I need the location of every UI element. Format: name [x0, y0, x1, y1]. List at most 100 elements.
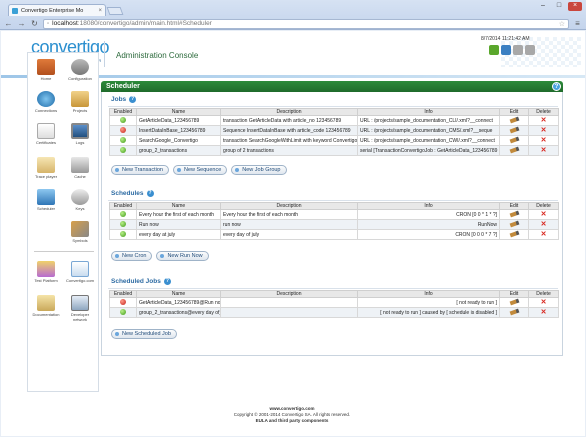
delete-icon[interactable]: ✕ [541, 127, 547, 134]
edit-icon[interactable] [509, 220, 519, 228]
browser-chrome: Convertigo Enterprise Mo × – □ × ← → ↻ ▫… [0, 0, 586, 30]
enabled-green-icon[interactable] [120, 221, 126, 228]
edit-icon[interactable] [509, 298, 519, 306]
sidebar-item-cache[interactable]: Cache [65, 157, 95, 179]
edit-icon[interactable] [509, 126, 519, 134]
new-scheduled-job-button[interactable]: New Scheduled Job [111, 329, 177, 339]
enabled-red-icon[interactable] [120, 299, 126, 306]
table-row[interactable]: InsertDataInBase_123456789 Sequence Inse… [109, 125, 559, 136]
table-row[interactable]: GetArticleData_123456789@Run no [ not re… [109, 297, 559, 308]
table-row[interactable]: Run now run now RunNow ✕ [109, 219, 559, 230]
sidebar-item-convertigo-com[interactable]: Convertigo.com [65, 261, 95, 283]
delete-icon[interactable]: ✕ [541, 117, 547, 124]
minimize-icon[interactable]: – [536, 2, 550, 11]
col-name[interactable]: Name [136, 108, 221, 116]
plus-icon [160, 254, 165, 258]
jobs-help-icon[interactable]: ? [129, 96, 137, 103]
new-job-group-button[interactable]: New Job Group [231, 165, 287, 175]
sidebar-item-connections[interactable]: Connections [31, 91, 61, 113]
edit-icon[interactable] [509, 146, 519, 154]
delete-icon[interactable]: ✕ [541, 211, 547, 218]
edit-icon[interactable] [509, 210, 519, 218]
settings-icon[interactable] [513, 45, 523, 55]
table-row[interactable]: GetArticleData_123456789 transaction Get… [109, 115, 559, 126]
sidebar-item-test-platform[interactable]: Test Platform [31, 261, 61, 283]
sidebar-item-home[interactable]: Home [31, 59, 61, 81]
edit-icon[interactable] [509, 308, 519, 316]
page-title: Administration Console [116, 51, 199, 60]
sidebar-item-trace-player[interactable]: Trace player [31, 157, 61, 179]
page-icon: ▫ [47, 20, 50, 27]
enabled-green-icon[interactable] [120, 137, 126, 144]
enabled-green-icon[interactable] [120, 147, 126, 154]
delete-icon[interactable]: ✕ [541, 299, 547, 306]
maximize-icon[interactable]: □ [552, 2, 566, 11]
enabled-green-icon[interactable] [120, 117, 126, 124]
gears-icon [71, 59, 89, 75]
sidebar-item-projects[interactable]: Projects [65, 91, 95, 113]
logout-icon[interactable] [525, 45, 535, 55]
status-icon[interactable] [489, 45, 499, 55]
col-edit[interactable]: Edit [499, 108, 529, 116]
computer-icon [37, 189, 55, 205]
delete-icon[interactable]: ✕ [541, 309, 547, 316]
jobs-title: Jobs ? [111, 96, 137, 103]
enabled-green-icon[interactable] [120, 231, 126, 238]
table-row[interactable]: Every hour the first of each month Every… [109, 209, 559, 220]
address-bar[interactable]: ▫ localhost:18080/convertigo/admin/main.… [43, 18, 569, 29]
menu-icon[interactable]: ≡ [573, 19, 582, 28]
table-row[interactable]: group_2_transactions@every day of_ [ not… [109, 307, 559, 318]
sidebar-item-logs[interactable]: Logs [65, 123, 95, 145]
tab-close-icon[interactable]: × [98, 8, 102, 14]
new-tab-button[interactable] [106, 7, 124, 15]
sidebar-item-keys[interactable]: Keys [65, 189, 95, 211]
col-delete[interactable]: Delete [528, 108, 559, 116]
sidebar-item-scheduler[interactable]: Scheduler [31, 189, 61, 211]
favicon-icon [12, 7, 18, 14]
enabled-green-icon[interactable] [120, 309, 126, 316]
edit-icon[interactable] [509, 116, 519, 124]
delete-icon[interactable]: ✕ [541, 231, 547, 238]
col-info[interactable]: Info [357, 108, 500, 116]
delete-icon[interactable]: ✕ [541, 147, 547, 154]
jobs-rule [108, 106, 558, 107]
scheduled-jobs-help-icon[interactable]: ? [163, 278, 171, 285]
sidebar-item-developer-network[interactable]: Developer network [65, 295, 95, 322]
new-cron-button[interactable]: New Cron [111, 251, 153, 261]
user-icon[interactable] [501, 45, 511, 55]
help-icon[interactable]: ? [552, 82, 561, 91]
home-icon [37, 59, 55, 75]
back-icon[interactable]: ← [4, 19, 13, 28]
close-window-icon[interactable]: × [568, 2, 582, 11]
header-icons [489, 45, 535, 55]
edit-icon[interactable] [509, 230, 519, 238]
datetime: 8/7/2014 11:21:42 AM [481, 36, 530, 42]
bookmark-star-icon[interactable]: ☆ [559, 20, 565, 28]
new-sequence-button[interactable]: New Sequence [172, 165, 228, 175]
footer-eula-link[interactable]: EULA and third party components [0, 418, 584, 424]
document-icon [37, 157, 55, 173]
table-row[interactable]: every day at july every day of july CRON… [109, 229, 559, 240]
new-transaction-button[interactable]: New Transaction [111, 165, 169, 175]
table-row[interactable]: SearchGoogle_Convertigo transaction Sear… [109, 135, 559, 146]
new-run-now-button[interactable]: New Run Now [156, 251, 209, 261]
sidebar-item-symbols[interactable]: Symbols [65, 221, 95, 243]
schedules-header-row: Enabled Name Description Info Edit Delet… [109, 202, 559, 210]
reload-icon[interactable]: ↻ [30, 19, 39, 28]
forward-icon[interactable]: → [17, 19, 26, 28]
delete-icon[interactable]: ✕ [541, 137, 547, 144]
col-enabled[interactable]: Enabled [109, 108, 137, 116]
flask-icon [37, 261, 55, 277]
plus-icon [115, 168, 119, 172]
delete-icon[interactable]: ✕ [541, 221, 547, 228]
browser-tab[interactable]: Convertigo Enterprise Mo × [8, 4, 106, 16]
enabled-green-icon[interactable] [120, 211, 126, 218]
schedules-help-icon[interactable]: ? [146, 190, 154, 197]
edit-icon[interactable] [509, 136, 519, 144]
sidebar-item-configuration[interactable]: Configuration [65, 59, 95, 81]
sidebar-item-certificates[interactable]: Certificates [31, 123, 61, 145]
sidebar-item-documentation[interactable]: Documentation [31, 295, 61, 317]
table-row[interactable]: group_2_transactions group of 2 transact… [109, 145, 559, 156]
enabled-red-icon[interactable] [120, 127, 126, 134]
col-description[interactable]: Description [220, 108, 358, 116]
